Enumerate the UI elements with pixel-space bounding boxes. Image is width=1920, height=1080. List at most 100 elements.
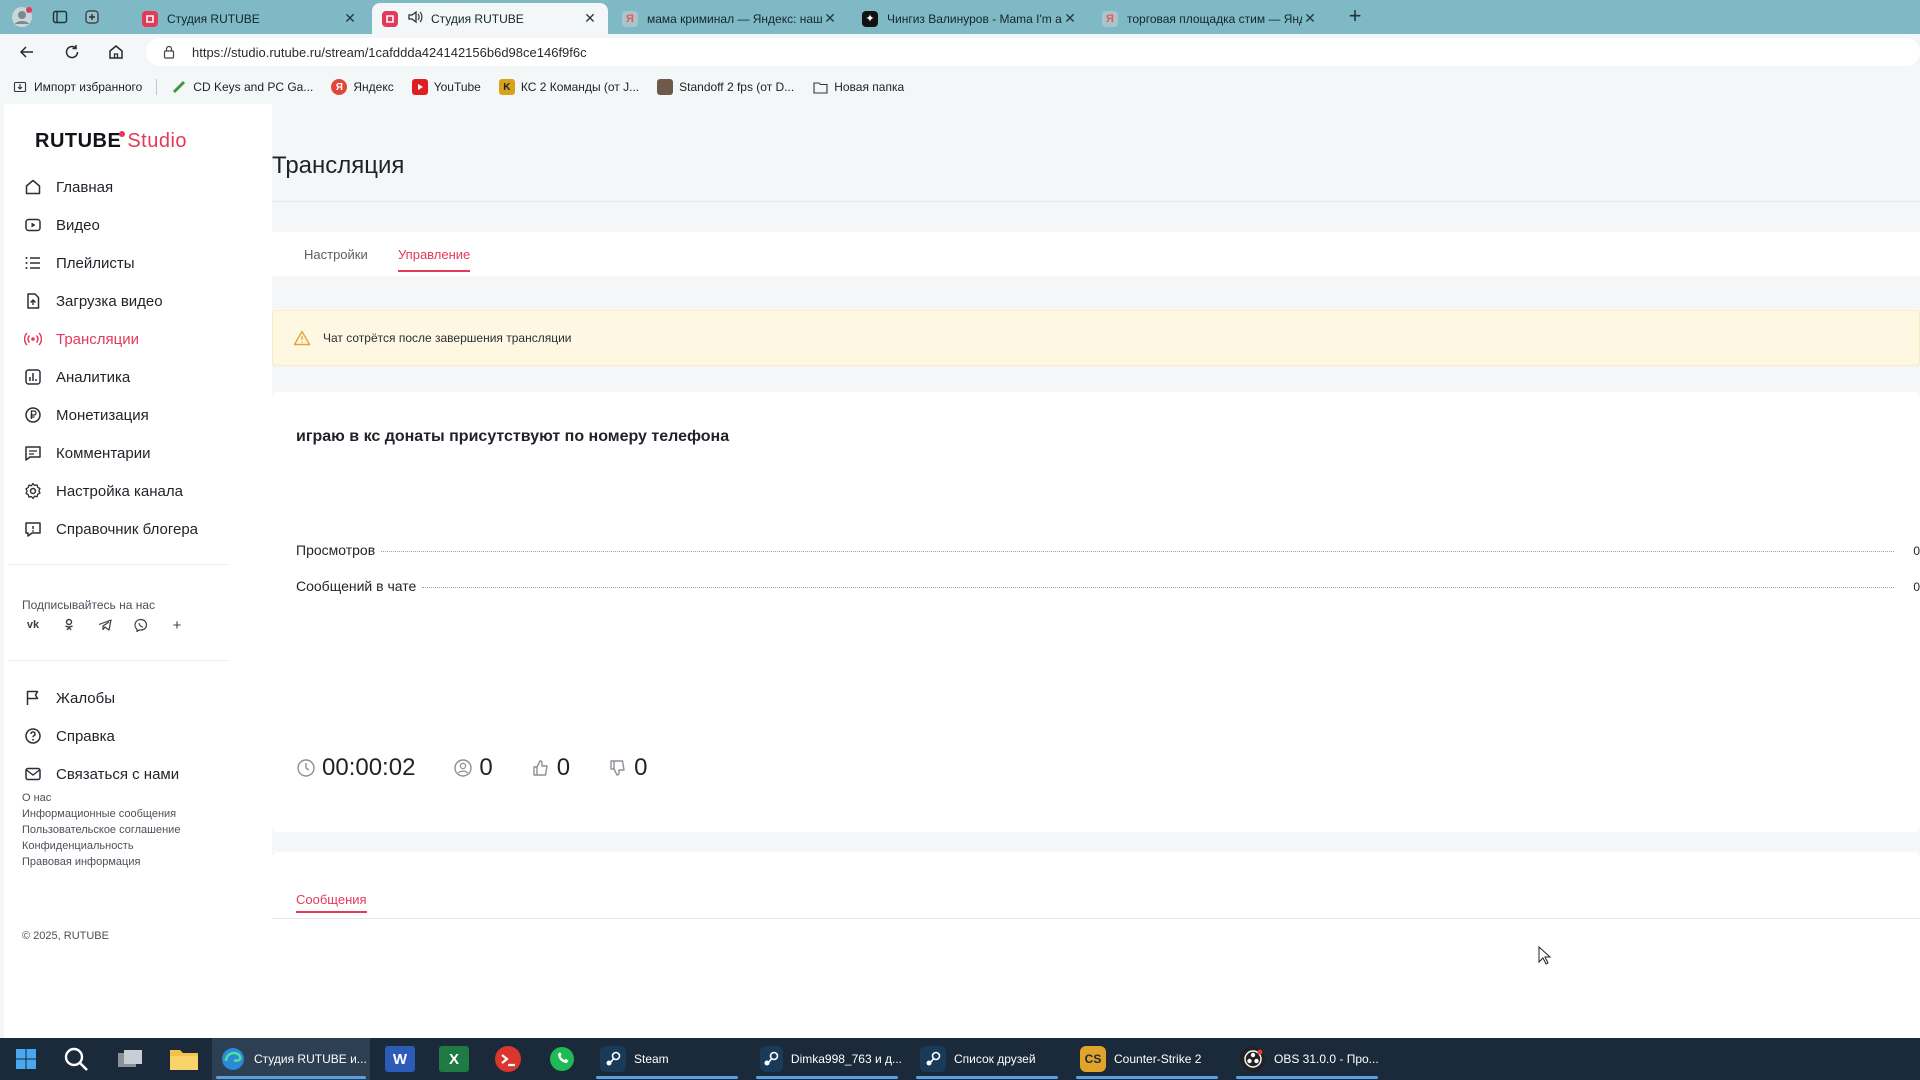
close-icon[interactable]: ✕ <box>342 10 358 27</box>
sidebar-item-playlists[interactable]: Плейлисты <box>4 244 272 282</box>
sidebar-item-monetization[interactable]: Монетизация <box>4 396 272 434</box>
bookmark-label: Импорт избранного <box>34 80 143 94</box>
lock-icon[interactable] <box>162 45 176 62</box>
studio-page: RUTUBE Studio Главная Видео Плейлисты Заг… <box>0 104 1920 1038</box>
live-metrics: 00:00:02 0 0 0 <box>296 754 686 782</box>
bookmark-yandex[interactable]: Я Яндекс <box>331 79 394 95</box>
bookmark-cs2-teams[interactable]: K КС 2 Команды (от J... <box>498 79 639 95</box>
logo-studio-text: Studio <box>127 130 188 152</box>
browser-tab-4[interactable]: ✦ Чингиз Валинуров - Mama I'm a ✕ <box>852 3 1088 34</box>
sidebar-item-help[interactable]: Справка <box>4 717 272 755</box>
music-favicon-icon: ✦ <box>862 10 878 27</box>
sidebar-item-label: Аналитика <box>56 368 131 386</box>
ok-icon[interactable] <box>58 614 80 636</box>
tab-actions-icon[interactable] <box>48 5 72 29</box>
tab-title: Студия RUTUBE <box>167 11 260 26</box>
upload-icon <box>27 293 40 309</box>
bookmarks-bar: Импорт избранного CD Keys and PC Ga... Я… <box>0 70 1920 104</box>
bookmark-label: YouTube <box>433 80 481 94</box>
sidebar-item-channel-settings[interactable]: Настройка канала <box>4 472 272 510</box>
active-indicator <box>216 1076 366 1079</box>
sidebar-item-comments[interactable]: Комментарии <box>4 434 272 472</box>
new-tab-button[interactable]: + <box>1343 5 1367 29</box>
search-icon[interactable] <box>52 1038 100 1080</box>
taskbar-app-steam[interactable]: Steam <box>592 1038 742 1080</box>
browser-tab-5[interactable]: Я торговая площадка стим — Янд ✕ <box>1092 3 1328 34</box>
sidebar-item-broadcasts[interactable]: Трансляции <box>4 320 272 358</box>
active-indicator <box>1236 1076 1378 1079</box>
speaker-icon[interactable] <box>407 10 423 27</box>
sidebar-item-analytics[interactable]: Аналитика <box>4 358 272 396</box>
tab-title: мама криминал — Яндекс: наш <box>647 11 822 26</box>
sidebar-item-blogger-guide[interactable]: Справочник блогера <box>4 510 272 548</box>
sidebar-item-label: Жалобы <box>56 689 115 707</box>
excel-icon[interactable]: X <box>430 1038 478 1080</box>
windows-start-icon[interactable] <box>2 1038 50 1080</box>
close-icon[interactable]: ✕ <box>1062 10 1078 27</box>
footer-link-about[interactable]: О нас <box>22 790 180 806</box>
footer-link-info-messages[interactable]: Информационные сообщения <box>22 806 180 822</box>
rutube-favicon-icon <box>382 10 398 27</box>
refresh-icon[interactable] <box>61 41 83 63</box>
clock-icon <box>297 759 315 777</box>
counter-strike-icon: CS <box>1080 1046 1106 1072</box>
tab-title: торговая площадка стим — Янд <box>1127 11 1302 26</box>
tab-messages[interactable]: Сообщения <box>296 892 367 913</box>
tab-title: Чингиз Валинуров - Mama I'm a <box>887 11 1062 26</box>
viber-icon[interactable] <box>130 614 152 636</box>
sidebar-secondary-nav: Жалобы Справка Связаться с нами <box>4 679 272 793</box>
remote-tool-icon[interactable] <box>484 1038 532 1080</box>
likes-metric: 0 <box>531 754 570 782</box>
taskbar-app-label: Steam <box>634 1052 669 1066</box>
chat-warning-banner: Чат сотрётся после завершения трансляции <box>272 310 1920 366</box>
taskbar-app-label: Counter-Strike 2 <box>1114 1052 1202 1066</box>
browser-tab-3[interactable]: Я мама криминал — Яндекс: наш ✕ <box>612 3 848 34</box>
sidebar-item-upload[interactable]: Загрузка видео <box>4 282 272 320</box>
whatsapp-icon[interactable] <box>538 1038 586 1080</box>
plus-icon[interactable]: + <box>166 614 188 636</box>
bookmark-cdkeys[interactable]: CD Keys and PC Ga... <box>171 79 313 95</box>
bookmark-new-folder[interactable]: Новая папка <box>812 79 904 95</box>
sidebar-item-contact[interactable]: Связаться с нами <box>4 755 272 793</box>
close-icon[interactable]: ✕ <box>582 10 598 27</box>
telegram-icon[interactable] <box>94 614 116 636</box>
footer-link-legal[interactable]: Правовая информация <box>22 854 180 870</box>
word-icon[interactable]: W <box>376 1038 424 1080</box>
video-icon <box>25 218 41 232</box>
bookmark-import[interactable]: Импорт избранного <box>12 79 142 95</box>
sidebar-item-video[interactable]: Видео <box>4 206 272 244</box>
footer-link-user-agreement[interactable]: Пользовательское соглашение <box>22 822 180 838</box>
back-icon[interactable] <box>16 41 38 63</box>
tab-settings[interactable]: Настройки <box>304 232 368 276</box>
home-icon[interactable] <box>105 41 127 63</box>
duration-metric: 00:00:02 <box>296 754 415 782</box>
workspaces-icon[interactable] <box>80 5 104 29</box>
file-explorer-icon[interactable] <box>160 1038 208 1080</box>
taskbar-app-obs[interactable]: OBS 31.0.0 - Про... <box>1232 1038 1382 1080</box>
sidebar-item-complaints[interactable]: Жалобы <box>4 679 272 717</box>
close-icon[interactable]: ✕ <box>1302 10 1318 27</box>
tab-management[interactable]: Управление <box>398 232 471 276</box>
bookmark-standoff[interactable]: Standoff 2 fps (от D... <box>657 79 794 95</box>
browser-tab-1[interactable]: Студия RUTUBE ✕ <box>132 3 368 34</box>
rutube-studio-logo[interactable]: RUTUBE Studio <box>35 130 187 153</box>
taskbar-app-steam-chat[interactable]: Dimka998_763 и д... <box>752 1038 902 1080</box>
taskbar-app-counter-strike[interactable]: CS Counter-Strike 2 <box>1072 1038 1222 1080</box>
browser-tab-2[interactable]: Студия RUTUBE ✕ <box>372 3 608 34</box>
stat-label: Сообщений в чате <box>296 578 417 594</box>
url-input[interactable]: https://studio.rutube.ru/stream/1cafddda… <box>146 38 1920 66</box>
close-icon[interactable]: ✕ <box>822 10 838 27</box>
taskbar-app-friends-list[interactable]: Список друзей <box>912 1038 1062 1080</box>
footer-link-privacy[interactable]: Конфиденциальность <box>22 838 180 854</box>
taskbar-app-label: OBS 31.0.0 - Про... <box>1274 1052 1379 1066</box>
task-view-icon[interactable] <box>106 1038 154 1080</box>
vk-icon[interactable]: vk <box>22 614 44 636</box>
viewer-icon <box>454 759 473 777</box>
sidebar: RUTUBE Studio Главная Видео Плейлисты Заг… <box>4 104 272 1038</box>
dotted-leader <box>422 587 1894 588</box>
profile-avatar-icon[interactable] <box>10 5 34 29</box>
dotted-leader <box>381 551 1894 552</box>
bookmark-youtube[interactable]: YouTube <box>411 79 481 95</box>
taskbar-app-browser[interactable]: Студия RUTUBE и... <box>212 1038 370 1080</box>
sidebar-item-home[interactable]: Главная <box>4 168 272 206</box>
